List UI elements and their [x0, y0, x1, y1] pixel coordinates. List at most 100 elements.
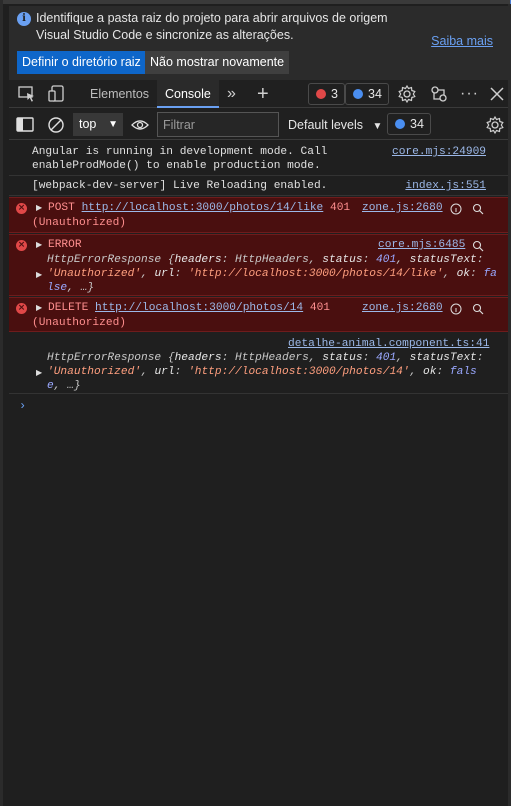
preview-key: headers: [174, 254, 222, 266]
preview-part: ,: [409, 366, 424, 378]
preview-part: , …}: [67, 282, 95, 294]
clear-console-icon[interactable]: [46, 115, 66, 135]
message-text: Angular is running in development mode. …: [32, 146, 328, 158]
learn-more-link[interactable]: Saiba mais: [431, 34, 493, 48]
expand-triangle-icon[interactable]: ▶: [36, 368, 42, 377]
request-url-link[interactable]: http://localhost:3000/photos/14: [95, 302, 303, 314]
error-text: DELETE http://localhost:3000/photos/14 4…: [48, 301, 330, 316]
preview-key: headers: [174, 352, 222, 364]
expand-triangle-icon[interactable]: ▶: [36, 270, 42, 279]
console-message[interactable]: detalhe-animal.component.ts:41 HttpError…: [9, 334, 508, 394]
message-icon: [353, 89, 363, 99]
preview-value: 401: [376, 254, 397, 266]
info-count-badge[interactable]: 34: [345, 83, 389, 105]
preview-part: :: [174, 366, 189, 378]
console-prompt-icon[interactable]: ›: [19, 399, 26, 413]
status-code: 401: [330, 202, 351, 214]
error-count: 3: [331, 87, 338, 101]
preview-part: HttpErrorResponse {: [47, 254, 175, 266]
preview-part: ,: [141, 268, 155, 280]
preview-key: statusText: [409, 254, 477, 266]
source-link[interactable]: index.js:551: [405, 179, 486, 194]
live-expression-eye-icon[interactable]: [130, 115, 150, 135]
preview-string: 'http://localhost:3000/photos/14': [188, 366, 410, 378]
expand-triangle-icon[interactable]: ▶: [36, 303, 42, 312]
tab-elements[interactable]: Elementos: [90, 80, 149, 108]
infobar-message: Identifique a pasta raiz do projeto para…: [36, 11, 388, 42]
message-text: [webpack-dev-server] Live Reloading enab…: [32, 180, 328, 192]
add-tab-icon[interactable]: +: [257, 80, 269, 108]
http-method: POST: [48, 202, 75, 214]
object-preview: HttpErrorResponse {headers: HttpHeaders,…: [47, 351, 483, 366]
info-count: 34: [368, 87, 382, 101]
preview-string: 'Unauthorized': [47, 366, 141, 378]
preview-part: : HttpHeaders,: [221, 254, 323, 266]
preview-key: statusText: [409, 352, 477, 364]
status-code: 401: [309, 302, 331, 314]
network-conditions-icon[interactable]: [429, 84, 449, 104]
preview-part: :: [362, 254, 377, 266]
console-output: Angular is running in development mode. …: [9, 141, 508, 806]
log-levels-label: Default levels: [288, 118, 364, 132]
expand-triangle-icon[interactable]: ▶: [36, 203, 42, 212]
source-link[interactable]: zone.js:2680: [362, 301, 443, 316]
console-error-message[interactable]: × ▶ DELETE http://localhost:3000/photos/…: [9, 297, 508, 332]
message-icon: [395, 119, 405, 129]
context-value: top: [79, 117, 97, 131]
search-icon[interactable]: [472, 203, 484, 215]
preview-part: :: [476, 254, 484, 266]
error-icon: [316, 89, 326, 99]
dont-show-again-button[interactable]: Não mostrar novamente: [145, 51, 290, 74]
info-circle-icon[interactable]: [450, 303, 462, 315]
settings-gear-icon[interactable]: [397, 84, 417, 104]
filter-info-count-badge[interactable]: 34: [387, 113, 431, 135]
request-url-link[interactable]: http://localhost:3000/photos/14/like: [82, 202, 324, 214]
search-icon[interactable]: [472, 240, 484, 252]
set-root-directory-button[interactable]: Definir o diretório raiz: [17, 51, 146, 74]
console-error-message[interactable]: × ▶ ERROR core.mjs:6485 HttpErrorRespons…: [9, 234, 508, 296]
preview-key: status: [322, 254, 363, 266]
search-icon[interactable]: [472, 303, 484, 315]
preview-value: fals: [449, 366, 477, 378]
context-selector[interactable]: top ▼: [73, 113, 123, 136]
more-tabs-icon[interactable]: »: [227, 80, 236, 108]
message-text: enableProdMode() to enable production mo…: [32, 160, 321, 172]
preview-string: 'Unauthorized': [47, 268, 141, 280]
preview-key: url: [154, 366, 175, 378]
status-text: (Unauthorized): [32, 317, 126, 329]
object-preview: 'Unauthorized', url: 'http://localhost:3…: [47, 365, 477, 380]
info-circle-icon[interactable]: [450, 203, 462, 215]
preview-key: url: [154, 268, 175, 280]
console-settings-gear-icon[interactable]: [485, 115, 505, 135]
more-options-icon[interactable]: ···: [460, 80, 479, 108]
close-icon[interactable]: [487, 84, 507, 104]
device-emulation-icon[interactable]: [47, 84, 67, 104]
preview-key: ok: [423, 366, 437, 378]
error-title: ERROR: [48, 239, 82, 251]
preview-key: status: [322, 352, 363, 364]
source-link[interactable]: detalhe-animal.component.ts:41: [288, 337, 489, 352]
filter-info-count: 34: [410, 117, 424, 131]
source-link[interactable]: core.mjs:6485: [378, 238, 465, 253]
source-link[interactable]: zone.js:2680: [362, 201, 443, 216]
tab-console[interactable]: Console: [157, 80, 219, 108]
preview-part: :: [362, 352, 377, 364]
chevron-down-icon: ▼: [108, 119, 118, 130]
sidebar-toggle-icon[interactable]: [15, 115, 35, 135]
preview-part: HttpErrorResponse {: [47, 352, 175, 364]
preview-part: ,: [396, 254, 410, 266]
workspace-infobar: i Identifique a pasta raiz do projeto pa…: [9, 6, 508, 80]
preview-part: ,: [141, 366, 155, 378]
object-preview: 'Unauthorized', url: 'http://localhost:3…: [47, 267, 497, 282]
preview-part: ,: [396, 352, 410, 364]
devtools-window: i Identifique a pasta raiz do projeto pa…: [0, 0, 511, 806]
filter-input[interactable]: [157, 112, 279, 137]
error-count-badge[interactable]: 3: [308, 83, 345, 105]
log-levels-dropdown[interactable]: Default levels ▼: [288, 110, 382, 140]
preview-value: 401: [376, 352, 397, 364]
inspect-element-icon[interactable]: [17, 84, 37, 104]
console-error-message[interactable]: × ▶ POST http://localhost:3000/photos/14…: [9, 197, 508, 233]
source-link[interactable]: core.mjs:24909: [392, 145, 486, 160]
main-toolbar: Elementos Console » + 3 34 ···: [9, 80, 508, 108]
expand-triangle-icon[interactable]: ▶: [36, 240, 42, 249]
